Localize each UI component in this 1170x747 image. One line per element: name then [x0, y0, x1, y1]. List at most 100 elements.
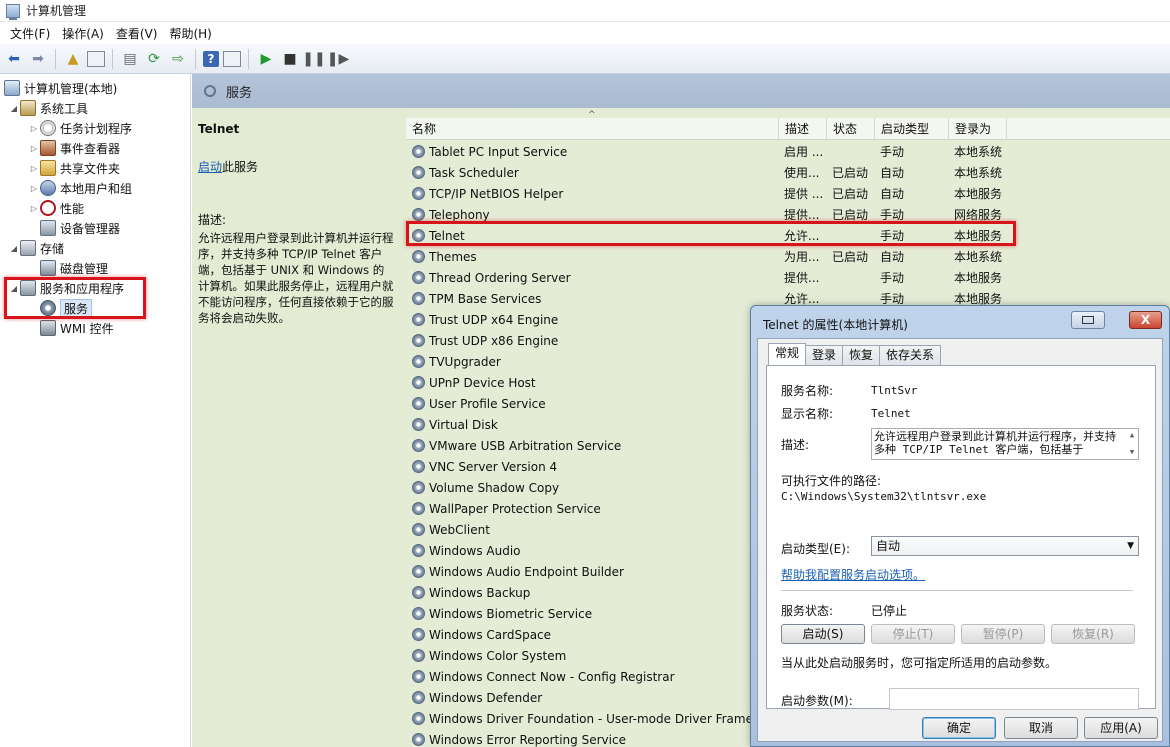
tree-item-services[interactable]: 服务 — [0, 298, 190, 318]
menu-action[interactable]: 操作(A) — [56, 25, 110, 42]
start-service-suffix: 此服务 — [222, 160, 259, 174]
tree-label: 共享文件夹 — [60, 161, 121, 176]
restore-button[interactable] — [1071, 311, 1105, 329]
tree-item-device-manager[interactable]: 设备管理器 — [0, 218, 190, 238]
service-gear-icon — [412, 334, 425, 347]
menu-file[interactable]: 文件(F) — [4, 25, 56, 42]
tree-item-event-viewer[interactable]: ▷ 事件查看器 — [0, 138, 190, 158]
close-button[interactable]: X — [1129, 311, 1162, 329]
menu-help[interactable]: 帮助(H) — [163, 25, 217, 42]
service-name: TCP/IP NetBIOS Helper — [429, 186, 564, 201]
service-gear-icon — [412, 229, 425, 242]
service-name-cell: Telephony — [406, 208, 779, 222]
menu-view[interactable]: 查看(V) — [110, 25, 164, 42]
expand-arrow-icon[interactable]: ▷ — [28, 184, 40, 193]
column-name[interactable]: 名称 — [406, 117, 779, 140]
tree-item-services-apps[interactable]: ◢ 服务和应用程序 — [0, 278, 190, 298]
refresh-icon[interactable]: ⟳ — [144, 49, 164, 69]
properties-icon[interactable]: ▤ — [120, 49, 140, 69]
show-action-pane-icon[interactable] — [223, 50, 241, 67]
service-name: Task Scheduler — [429, 165, 519, 180]
gear-icon — [40, 300, 56, 316]
expand-arrow-icon[interactable]: ▷ — [28, 164, 40, 173]
tree-item-wmi[interactable]: WMI 控件 — [0, 318, 190, 338]
tree-item-system-tools[interactable]: ◢ 系统工具 — [0, 98, 190, 118]
service-row[interactable]: TCP/IP NetBIOS Helper 提供 ... 已启动 自动 本地服务 — [406, 183, 1170, 204]
executable-path-value: C:\Windows\System32\tlntsvr.exe — [781, 490, 987, 503]
description-textbox[interactable]: 允许远程用户登录到此计算机并运行程序，并支持多种 TCP/IP Telnet 客… — [871, 428, 1139, 460]
pause-service-icon[interactable]: ❚❚ — [302, 49, 325, 69]
service-name: Windows Defender — [429, 690, 543, 705]
service-name-cell: VMware USB Arbitration Service — [406, 439, 779, 453]
expand-arrow-icon[interactable]: ▷ — [28, 204, 40, 213]
resume-button[interactable]: 恢复(R) — [1051, 624, 1135, 644]
service-startup-type: 自动 — [880, 187, 905, 201]
tab-recovery[interactable]: 恢复 — [842, 345, 881, 365]
column-description[interactable]: 描述 — [779, 117, 827, 140]
cancel-button[interactable]: 取消 — [1004, 717, 1078, 739]
help-icon[interactable]: ? — [203, 50, 219, 67]
service-gear-icon — [412, 418, 425, 431]
expand-arrow-icon[interactable]: ▷ — [28, 124, 40, 133]
column-logon-as[interactable]: 登录为 — [949, 117, 1007, 140]
service-row[interactable]: Themes 为用... 已启动 自动 本地系统 — [406, 246, 1170, 267]
help-configure-startup-link[interactable]: 帮助我配置服务启动选项。 — [781, 566, 925, 583]
description-scrollbar[interactable]: ▲ ▼ — [1126, 429, 1138, 459]
dialog-title: Telnet 的属性(本地计算机) — [763, 318, 908, 332]
collapse-arrow-icon[interactable]: ◢ — [8, 244, 20, 253]
tab-general[interactable]: 常规 — [768, 343, 807, 365]
scroll-down-icon[interactable]: ▼ — [1130, 446, 1134, 459]
stop-service-icon[interactable]: ■ — [280, 49, 300, 69]
start-button[interactable]: 启动(S) — [781, 624, 865, 644]
service-row[interactable]: Thread Ordering Server 提供... 手动 本地服务 — [406, 267, 1170, 288]
start-service-link[interactable]: 启动 — [198, 160, 222, 174]
service-row[interactable]: Telephony 提供... 已启动 手动 网络服务 — [406, 204, 1170, 225]
service-gear-icon — [412, 523, 425, 536]
startup-type-select[interactable]: 自动 ▼ — [871, 536, 1139, 556]
service-startup-type: 手动 — [880, 208, 905, 222]
computer-management-icon — [6, 3, 20, 20]
expand-arrow-icon[interactable]: ▷ — [28, 144, 40, 153]
service-name-cell: Windows Biometric Service — [406, 607, 779, 621]
tree-item-task-scheduler[interactable]: ▷ 任务计划程序 — [0, 118, 190, 138]
tab-dependencies[interactable]: 依存关系 — [879, 345, 942, 365]
service-gear-icon — [412, 187, 425, 200]
back-arrow-icon[interactable]: ⬅ — [4, 49, 24, 69]
service-startup-type: 手动 — [880, 271, 905, 285]
restart-service-icon[interactable]: ❚▶ — [327, 49, 350, 69]
ok-button[interactable]: 确定 — [922, 717, 996, 739]
collapse-arrow-icon[interactable]: ◢ — [8, 104, 20, 113]
service-name-cell: TPM Base Services — [406, 292, 779, 306]
start-params-input[interactable] — [889, 688, 1139, 710]
tree-item-disk-management[interactable]: 磁盘管理 — [0, 258, 190, 278]
tree-item-root[interactable]: 计算机管理(本地) — [0, 78, 190, 98]
tab-logon[interactable]: 登录 — [805, 345, 844, 365]
column-status[interactable]: 状态 — [827, 117, 875, 140]
tree-label: 存储 — [40, 241, 65, 256]
tree-item-storage[interactable]: ◢ 存储 — [0, 238, 190, 258]
up-folder-icon[interactable]: ▲ — [63, 49, 83, 69]
show-hide-console-tree-icon[interactable] — [87, 50, 105, 67]
event-viewer-icon — [40, 140, 56, 156]
service-gear-icon — [412, 481, 425, 494]
tree-item-performance[interactable]: ▷ 性能 — [0, 198, 190, 218]
scroll-up-icon[interactable]: ▲ — [1130, 429, 1134, 442]
service-row[interactable]: Task Scheduler 使用... 已启动 自动 本地系统 — [406, 162, 1170, 183]
export-list-icon[interactable]: ⇨ — [168, 49, 188, 69]
start-service-icon[interactable]: ▶ — [256, 49, 276, 69]
pause-button[interactable]: 暂停(P) — [961, 624, 1045, 644]
service-name-cell: Windows Driver Foundation - User-mode Dr… — [406, 712, 779, 726]
service-row[interactable]: Telnet 允许... 手动 本地服务 — [406, 225, 1170, 246]
apply-button[interactable]: 应用(A) — [1084, 717, 1158, 739]
tree-item-shared-folders[interactable]: ▷ 共享文件夹 — [0, 158, 190, 178]
forward-arrow-icon[interactable]: ➡ — [28, 49, 48, 69]
column-header-row: ^ 名称 描述 状态 启动类型 登录为 — [406, 110, 1170, 140]
service-name: TVUpgrader — [429, 354, 501, 369]
service-status: 已启动 — [832, 208, 869, 222]
service-name-cell: Thread Ordering Server — [406, 271, 779, 285]
service-row[interactable]: Tablet PC Input Service 启用 ... 手动 本地系统 — [406, 141, 1170, 162]
stop-button[interactable]: 停止(T) — [871, 624, 955, 644]
collapse-arrow-icon[interactable]: ◢ — [8, 284, 20, 293]
column-startup-type[interactable]: 启动类型 — [875, 117, 949, 140]
tree-item-local-users[interactable]: ▷ 本地用户和组 — [0, 178, 190, 198]
